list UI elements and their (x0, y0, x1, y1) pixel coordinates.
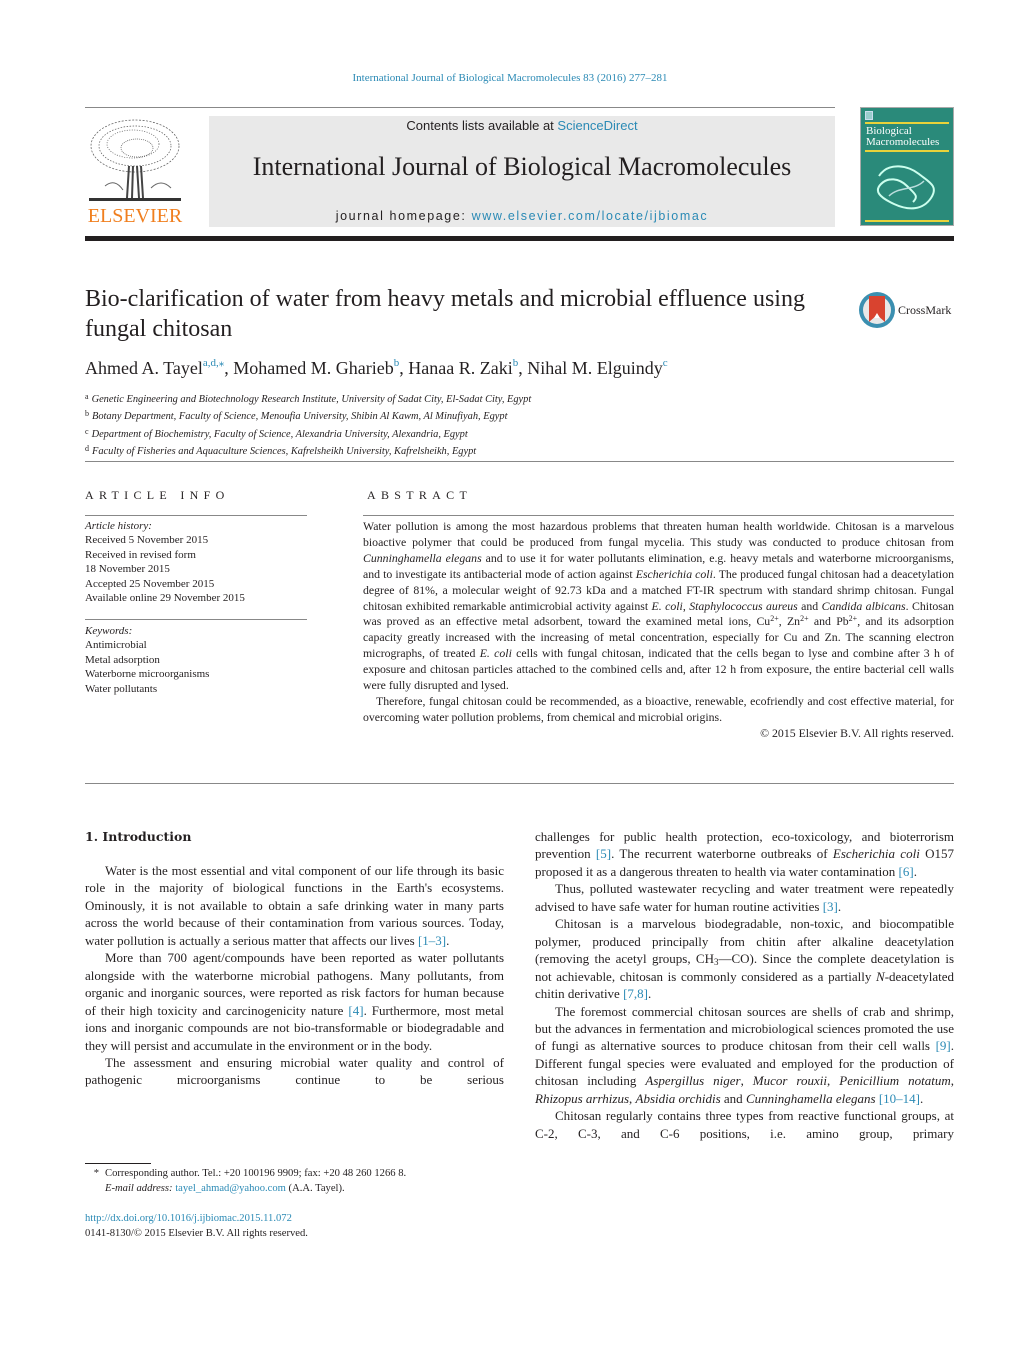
body-paragraph: The foremost commercial chitosan sources… (535, 1003, 955, 1106)
issn-copyright: 0141-8130/© 2015 Elsevier B.V. All right… (85, 1228, 308, 1239)
history-item: Available online 29 November 2015 (85, 592, 245, 605)
cover-band (865, 150, 949, 152)
contents-line: Contents lists available at ScienceDirec… (209, 118, 835, 133)
body-paragraph: Chitosan regularly contains three types … (535, 1108, 954, 1141)
abstract-heading: ABSTRACT (367, 488, 473, 502)
homepage-prefix: journal homepage: (335, 209, 472, 223)
cover-band (865, 220, 949, 222)
author-name: Nihal M. Elguindy (527, 358, 663, 378)
email-label: E-mail address: (105, 1182, 176, 1194)
doi-link[interactable]: http://dx.doi.org/10.1016/j.ijbiomac.201… (85, 1213, 292, 1224)
divider (85, 461, 954, 462)
citation-link[interactable]: [9] (936, 1038, 951, 1053)
crossmark-button[interactable]: CrossMark (858, 291, 958, 329)
body-paragraph: Chitosan is a marvelous biodegradable, n… (535, 916, 955, 1002)
abstract-paragraph: Therefore, fungal chitosan could be reco… (363, 693, 954, 724)
citation-link[interactable]: [5] (596, 846, 611, 861)
crossmark-label: CrossMark (898, 303, 952, 317)
keyword-item: Antimicrobial (85, 639, 147, 652)
author-name: Mohamed M. Gharieb (233, 358, 394, 378)
author-affiliation-marker[interactable]: b (394, 357, 400, 369)
author-name: Ahmed A. Tayel (85, 358, 203, 378)
abstract-copyright: © 2015 Elsevier B.V. All rights reserved… (760, 725, 954, 740)
divider (85, 619, 307, 620)
divider (85, 515, 307, 516)
body-paragraph: Water is the most essential and vital co… (85, 863, 504, 948)
doi-block: http://dx.doi.org/10.1016/j.ijbiomac.201… (85, 1211, 308, 1241)
journal-cover-thumbnail[interactable]: Biological Macromolecules (860, 107, 954, 226)
author-affiliation-marker[interactable]: a,d,⁎ (203, 357, 224, 369)
history-item: 18 November 2015 (85, 563, 170, 576)
citation-link[interactable]: [3] (823, 899, 838, 914)
elsevier-tree-icon (89, 119, 181, 201)
body-column-left: Water is the most essential and vital co… (85, 862, 504, 1089)
footnote-marker: * (93, 1168, 99, 1179)
affiliation-item: a Genetic Engineering and Biotechnology R… (85, 392, 532, 405)
abstract-body: Water pollution is among the most hazard… (363, 519, 954, 742)
author-list: Ahmed A. Tayela,d,⁎, Mohamed M. Ghariebb… (85, 357, 668, 378)
article-info-heading: ARTICLE INFO (85, 488, 230, 502)
keywords-label: Keywords: (85, 625, 133, 637)
keyword-item: Waterborne microorganisms (85, 668, 210, 681)
masthead-divider (85, 236, 954, 241)
author-affiliation-marker[interactable]: c (663, 357, 668, 369)
paper-title: Bio-clarification of water from heavy me… (85, 286, 805, 342)
corresponding-author-contact: Corresponding author. Tel.: +20 100196 9… (105, 1168, 407, 1179)
author-affiliation-marker[interactable]: b (513, 357, 519, 369)
publisher-mini-logo (865, 111, 873, 120)
body-paragraph: challenges for public health protection,… (535, 829, 955, 879)
elsevier-wordmark: ELSEVIER (87, 205, 183, 227)
keyword-item: Metal adsorption (85, 653, 160, 666)
body-paragraph: More than 700 agent/compounds have been … (85, 950, 505, 1053)
affiliation-list: a Genetic Engineering and Biotechnology R… (85, 390, 531, 460)
footnote-divider (85, 1163, 151, 1164)
keyword-item: Water pollutants (85, 682, 158, 695)
cover-title: Biological Macromolecules (866, 125, 940, 148)
author-name: Hanaa R. Zaki (408, 358, 513, 378)
affiliation-item: c Department of Biochemistry, Faculty of … (85, 426, 468, 440)
divider (85, 107, 835, 108)
divider (85, 783, 954, 784)
citation-link[interactable]: [1–3] (418, 933, 446, 948)
affiliation-item: d Faculty of Fisheries and Aquaculture Sc… (85, 444, 477, 458)
protein-structure-icon (876, 165, 935, 210)
cover-band (865, 122, 949, 124)
body-column-right: challenges for public health protection,… (535, 828, 954, 1142)
citation-link[interactable]: [6] (899, 864, 914, 879)
elsevier-logo[interactable]: ELSEVIER (85, 116, 185, 228)
citation-link[interactable]: [10–14] (879, 1091, 920, 1106)
sciencedirect-link[interactable]: ScienceDirect (557, 118, 637, 133)
journal-title: International Journal of Biological Macr… (252, 152, 792, 181)
citation-link[interactable]: [7,8] (623, 986, 648, 1001)
crossmark-icon (859, 292, 895, 328)
contents-prefix: Contents lists available at (406, 118, 558, 133)
homepage-line: journal homepage: www.elsevier.com/locat… (209, 209, 835, 223)
corresponding-author-footnote: * Corresponding author. Tel.: +20 100196 … (85, 1167, 406, 1196)
history-item: Received 5 November 2015 (85, 534, 209, 547)
keywords: Keywords: Antimicrobial Metal adsorption… (85, 624, 209, 696)
journal-masthead: Contents lists available at ScienceDirec… (209, 116, 835, 227)
section-heading: 1. Introduction (85, 829, 192, 844)
body-paragraph: The assessment and ensuring microbial wa… (85, 1054, 504, 1088)
abstract-paragraph: Water pollution is among the most hazard… (363, 519, 954, 693)
divider (363, 515, 954, 516)
email-link[interactable]: tayel_ahmad@yahoo.com (175, 1183, 286, 1194)
affiliation-item: b Botany Department, Faculty of Science, … (85, 409, 508, 423)
history-label: Article history: (85, 520, 152, 532)
body-paragraph: Thus, polluted wastewater recycling and … (535, 881, 954, 914)
citation-link[interactable]: [4] (348, 1003, 363, 1018)
running-head[interactable]: International Journal of Biological Macr… (0, 72, 1020, 84)
journal-homepage-link[interactable]: www.elsevier.com/locate/ijbiomac (472, 209, 709, 223)
history-item: Accepted 25 November 2015 (85, 577, 215, 590)
history-item: Received in revised form (85, 548, 196, 561)
article-history: Article history: Received 5 November 201… (85, 519, 245, 605)
